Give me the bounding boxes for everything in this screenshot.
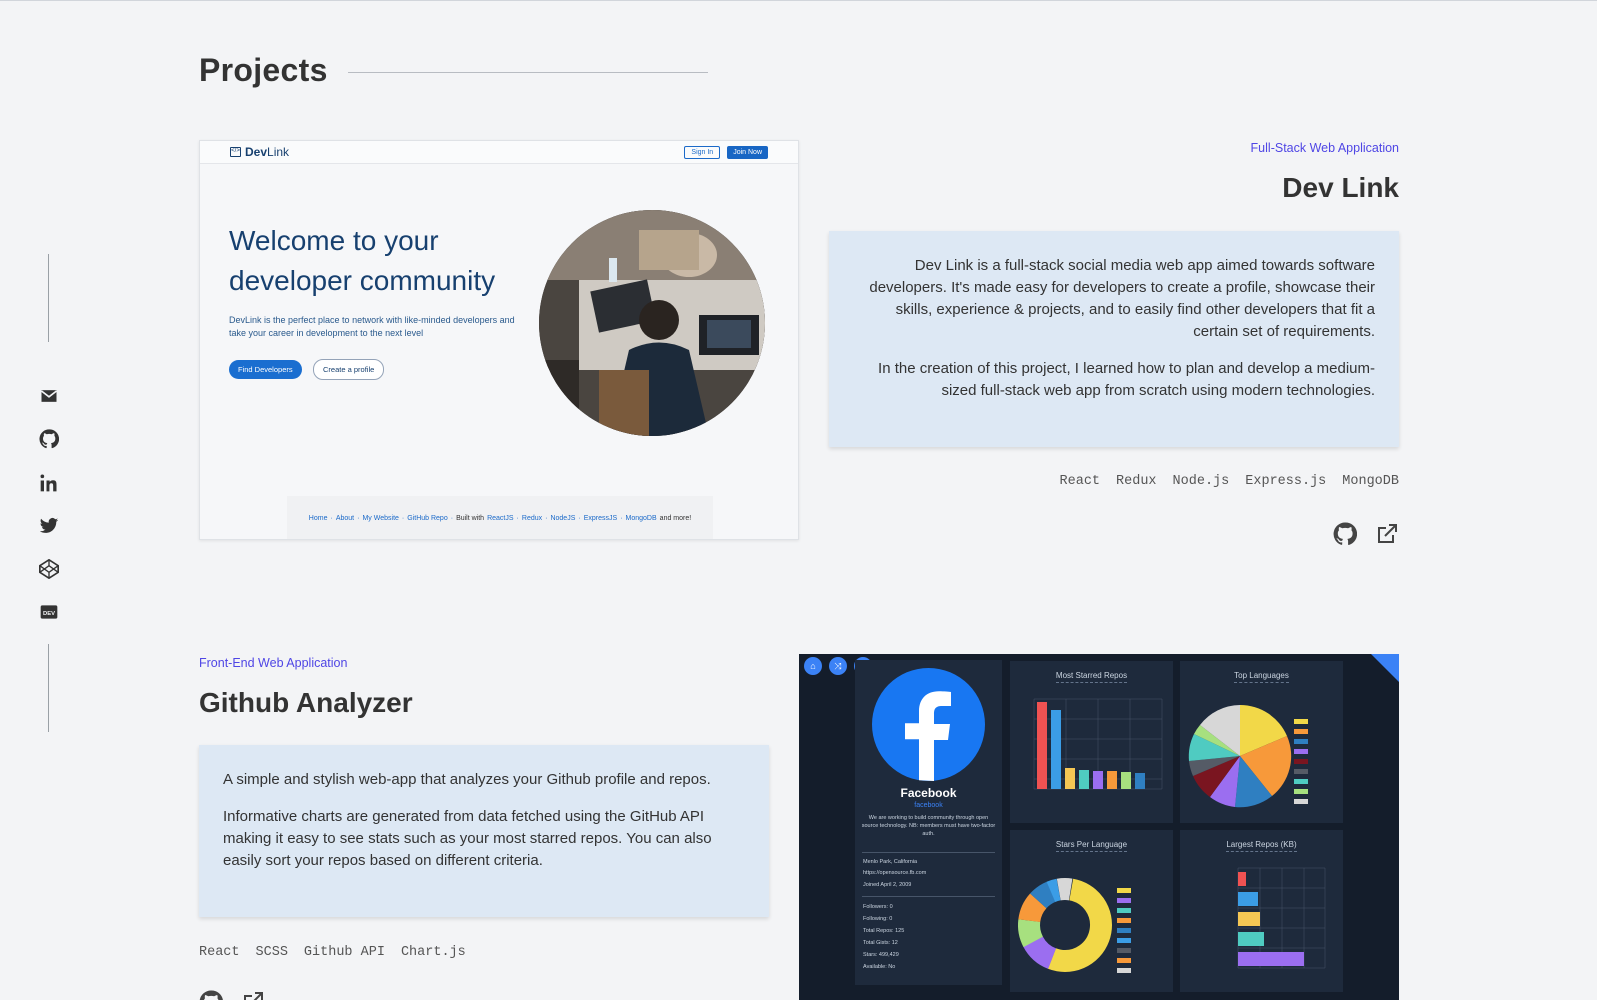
- description-paragraph: In the creation of this project, I learn…: [878, 360, 1375, 399]
- profile-followers: Followers: 0: [863, 904, 893, 910]
- twitter-icon[interactable]: [38, 515, 60, 537]
- devlink-footer-built: Built with: [456, 515, 485, 522]
- devlink-logo: </> Dev Link: [230, 145, 289, 159]
- codepen-icon[interactable]: [38, 558, 60, 580]
- devlink-navbar: </> Dev Link Sign In Join Now: [200, 141, 798, 164]
- linkedin-icon[interactable]: [38, 472, 60, 494]
- devlink-footer-link: My Website: [362, 515, 399, 522]
- profile-location: Menlo Park, California: [863, 859, 918, 865]
- tech-item: MongoDB: [1342, 474, 1399, 489]
- project-type: Front-End Web Application: [199, 656, 348, 670]
- tech-item: Github API: [303, 945, 385, 960]
- github-icon[interactable]: [1333, 522, 1358, 551]
- profile-bio: We are working to build community throug…: [861, 815, 996, 837]
- github-icon[interactable]: [38, 428, 60, 450]
- section-title: Projects: [199, 52, 328, 88]
- devlink-footer-link: GitHub Repo: [407, 515, 448, 522]
- devlink-footer: Home · About · My Website · GitHub Repo · Bu…: [287, 496, 713, 539]
- devlink-headline: Welcome to your developer community: [229, 225, 496, 296]
- external-link-icon[interactable]: [241, 990, 265, 1000]
- profile-joined: Joined April 2, 2009: [863, 882, 912, 888]
- facebook-logo: [872, 668, 985, 781]
- project-links: [1333, 522, 1399, 551]
- developers-photo: [539, 210, 765, 436]
- devlink-footer-tech: Redux: [521, 515, 543, 522]
- most-starred-chart: Most Starred Repos: [1010, 661, 1173, 823]
- shuffle-icon: ⤨: [829, 657, 847, 675]
- profile-stars: Stars: 499,429: [863, 952, 899, 958]
- home-icon: ⌂: [804, 657, 822, 675]
- tech-item: SCSS: [255, 945, 288, 960]
- devlink-footer-tech: MongoDB: [625, 515, 657, 522]
- devlink-create-profile-button: Create a profile: [313, 359, 385, 380]
- corner-badge: [1371, 654, 1399, 682]
- tech-item: Chart.js: [400, 945, 466, 960]
- tech-list: React Redux Node.js Express.js MongoDB: [1060, 474, 1399, 489]
- dev-icon[interactable]: DEV: [38, 601, 60, 623]
- tech-item: Express.js: [1245, 474, 1327, 489]
- tech-item: React: [199, 945, 240, 960]
- project-description: Dev Link is a full-stack social media we…: [829, 231, 1399, 447]
- profile-following: Following: 0: [863, 916, 893, 922]
- devlink-footer-tech: ExpressJS: [583, 515, 618, 522]
- heading-rule: [347, 72, 708, 73]
- devlink-subtext: DevLink is the perfect place to network …: [229, 315, 515, 338]
- largest-repos-chart: Largest Repos (KB): [1180, 830, 1343, 992]
- profile-handle: facebook: [914, 802, 943, 809]
- profile-card: Facebook facebook We are working to buil…: [855, 660, 1002, 985]
- top-border: [0, 0, 1597, 1]
- project-title[interactable]: Github Analyzer: [199, 687, 413, 719]
- tech-item: Redux: [1116, 474, 1157, 489]
- devlink-find-developers-button: Find Developers: [229, 360, 302, 379]
- devlink-logo-rest: Link: [267, 145, 290, 159]
- project-type: Full-Stack Web Application: [1250, 141, 1399, 155]
- top-languages-chart: Top Languages: [1180, 661, 1343, 823]
- tech-item: React: [1059, 474, 1101, 489]
- side-line-top: [48, 254, 49, 342]
- devlink-footer-tech: NodeJS: [550, 515, 576, 522]
- description-paragraph: Informative charts are generated from da…: [223, 808, 712, 869]
- tech-list: React SCSS Github API Chart.js: [199, 945, 466, 960]
- project-description: A simple and stylish web-app that analyz…: [199, 745, 769, 917]
- devlink-footer-more: and more!: [659, 515, 692, 522]
- description-paragraph: Dev Link is a full-stack social media we…: [869, 257, 1375, 340]
- code-icon: </>: [230, 147, 241, 157]
- profile-available: Available: No: [863, 964, 896, 970]
- devlink-footer-tech: ReactJS: [487, 515, 514, 522]
- devlink-logo-bold: Dev: [245, 145, 268, 159]
- stars-per-language-chart: Stars Per Language: [1010, 830, 1173, 992]
- side-line-bottom: [48, 644, 49, 732]
- svg-text:DEV: DEV: [43, 611, 55, 617]
- profile-repos: Total Repos: 125: [863, 928, 905, 934]
- profile-name: Facebook: [900, 786, 957, 800]
- external-link-icon[interactable]: [1375, 522, 1399, 551]
- devlink-screenshot[interactable]: </> Dev Link Sign In Join Now Welcome to …: [199, 140, 799, 540]
- description-paragraph: A simple and stylish web-app that analyz…: [223, 771, 711, 788]
- email-icon[interactable]: [38, 385, 60, 407]
- project-title[interactable]: Dev Link: [1282, 172, 1399, 204]
- profile-website: https://opensource.fb.com: [863, 870, 927, 876]
- project-links: [199, 990, 265, 1000]
- github-analyzer-screenshot[interactable]: ⌂ ⤨ ⌕ Facebook facebook We are working t…: [799, 654, 1399, 1000]
- divider: [862, 852, 995, 853]
- divider: [862, 896, 995, 897]
- profile-gists: Total Gists: 12: [863, 940, 898, 946]
- github-icon[interactable]: [199, 990, 223, 1000]
- section-heading: Projects: [199, 52, 708, 89]
- devlink-signin-button: Sign In: [684, 145, 721, 159]
- devlink-footer-link: About: [335, 515, 355, 522]
- devlink-join-button: Join Now: [727, 145, 768, 159]
- devlink-footer-link: Home: [308, 515, 328, 522]
- tech-item: Node.js: [1172, 474, 1230, 489]
